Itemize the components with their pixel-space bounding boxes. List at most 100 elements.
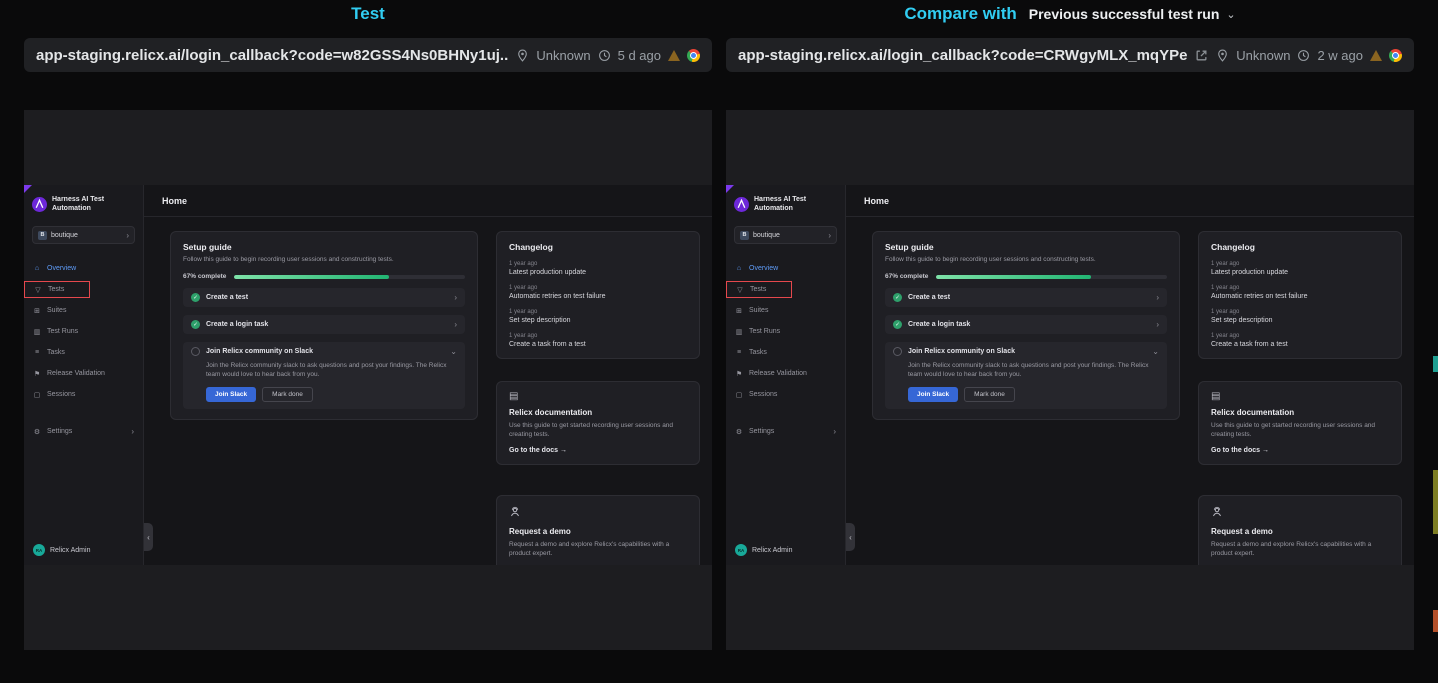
setup-item-create-test[interactable]: ✓ Create a test › (885, 288, 1167, 307)
setup-item-create-login-task[interactable]: ✓ Create a login task › (885, 315, 1167, 334)
external-link-icon[interactable] (1195, 49, 1208, 62)
project-name: boutique (51, 232, 122, 239)
changelog-title: Changelog (1211, 242, 1389, 252)
setup-guide-card: Setup guide Follow this guide to begin r… (170, 231, 478, 420)
setup-item-join-slack[interactable]: Join Relicx community on Slack ⌄ Join th… (183, 342, 465, 409)
sidebar-collapse-handle[interactable]: ‹ (846, 523, 855, 551)
setup-item-create-test[interactable]: ✓ Create a test › (183, 288, 465, 307)
nav-label: Suites (749, 307, 768, 314)
brand-line2: Automation (754, 204, 806, 213)
sidebar-collapse-handle[interactable]: ‹ (144, 523, 153, 551)
setup-item-create-login-task[interactable]: ✓ Create a login task › (183, 315, 465, 334)
url-text: app-staging.relicx.ai/login_callback?cod… (36, 47, 508, 64)
sidebar-item-sessions[interactable]: ▢ Sessions (726, 384, 845, 405)
diff-corner-marker (24, 185, 32, 193)
minimap-strip[interactable] (1433, 0, 1438, 683)
sidebar-item-overview[interactable]: ⌂ Overview (726, 258, 845, 279)
location-text: Unknown (536, 48, 590, 63)
sidebar-item-release-validation[interactable]: ⚑ Release Validation (726, 363, 845, 384)
project-selector[interactable]: B boutique › (734, 226, 837, 244)
page-title: Home (162, 196, 187, 206)
project-badge: B (38, 231, 47, 240)
nav-label: Release Validation (749, 370, 807, 377)
nav-label: Test Runs (47, 328, 78, 335)
sidebar-item-settings[interactable]: ⚙ Settings › (24, 421, 143, 442)
join-slack-button[interactable]: Join Slack (206, 387, 256, 402)
project-badge: B (740, 231, 749, 240)
slack-description: Join the Relicx community slack to ask q… (908, 361, 1159, 380)
sidebar-item-release-validation[interactable]: ⚑ Release Validation (24, 363, 143, 384)
release-validation-icon: ⚑ (33, 370, 41, 378)
settings-icon: ⚙ (735, 428, 743, 436)
tests-icon: ▽ (34, 286, 42, 294)
user-name: Relicx Admin (50, 547, 90, 554)
chevron-right-icon: › (454, 293, 457, 302)
nav-label: Tasks (749, 349, 767, 356)
nav-label: Suites (47, 307, 66, 314)
user-profile[interactable]: RA Relicx Admin (726, 544, 845, 556)
compare-label: Compare with (904, 4, 1016, 24)
nav-label: Overview (749, 265, 778, 272)
compare-dropdown[interactable]: Previous successful test run ⌄ (1029, 6, 1236, 22)
mark-done-button[interactable]: Mark done (964, 387, 1015, 402)
documentation-card: ▤ Relicx documentation Use this guide to… (1198, 381, 1402, 465)
compare-header: Compare with Previous successful test ru… (726, 2, 1414, 26)
documentation-icon: ▤ (1211, 392, 1389, 402)
app-sidebar: Harness AI Test Automation B boutique › … (24, 185, 144, 565)
changelog-entry: 1 year ago Set step description (1211, 309, 1389, 324)
app-main: Home Setup guide Follow this guide to be… (144, 185, 712, 565)
chevron-down-icon: ⌄ (1226, 8, 1235, 21)
nav-label: Overview (47, 265, 76, 272)
nav-label: Tests (48, 286, 64, 293)
documentation-body: Use this guide to get started recording … (1211, 421, 1389, 440)
setup-guide-title: Setup guide (183, 242, 465, 252)
sidebar-item-suites[interactable]: ⊞ Suites (24, 300, 143, 321)
check-circle-icon: ✓ (191, 320, 200, 329)
user-profile[interactable]: RA Relicx Admin (24, 544, 143, 556)
documentation-icon: ▤ (509, 392, 687, 402)
sidebar-item-settings[interactable]: ⚙ Settings › (726, 421, 845, 442)
sidebar-item-tasks[interactable]: ≡ Tasks (24, 342, 143, 363)
demo-title: Request a demo (509, 527, 687, 536)
sidebar-item-sessions[interactable]: ▢ Sessions (24, 384, 143, 405)
current-test-header: Test (24, 2, 712, 26)
chevron-left-icon: ‹ (147, 533, 150, 542)
app-screenshot: Harness AI Test Automation B boutique › … (726, 185, 1414, 565)
nav-label: Sessions (749, 391, 777, 398)
project-selector[interactable]: B boutique › (32, 226, 135, 244)
avatar: RA (33, 544, 45, 556)
app-sidebar: Harness AI Test Automation B boutique › … (726, 185, 846, 565)
sidebar-item-overview[interactable]: ⌂ Overview (24, 258, 143, 279)
sidebar-item-tests[interactable]: ▽ Tests (24, 281, 90, 298)
sessions-icon: ▢ (33, 391, 41, 399)
minimap-marker (1433, 356, 1438, 372)
setup-item-join-slack[interactable]: Join Relicx community on Slack ⌄ Join th… (885, 342, 1167, 409)
demo-person-icon (1211, 506, 1389, 521)
sidebar-item-test-runs[interactable]: ▥ Test Runs (24, 321, 143, 342)
nav-label: Release Validation (47, 370, 105, 377)
page-header: Home (144, 185, 712, 217)
sidebar-item-tests[interactable]: ▽ Tests (726, 281, 792, 298)
brand: Harness AI Test Automation (726, 195, 845, 213)
go-to-docs-link[interactable]: Go to the docs → (1211, 447, 1389, 454)
sidebar-item-test-runs[interactable]: ▥ Test Runs (726, 321, 845, 342)
mark-done-button[interactable]: Mark done (262, 387, 313, 402)
chrome-icon (687, 49, 700, 62)
warning-icon (1370, 50, 1382, 61)
test-runs-icon: ▥ (735, 328, 743, 336)
sidebar-item-tasks[interactable]: ≡ Tasks (726, 342, 845, 363)
tasks-icon: ≡ (33, 349, 41, 356)
empty-circle-icon (893, 347, 902, 356)
go-to-docs-link[interactable]: Go to the docs → (509, 447, 687, 454)
app-main: Home Setup guide Follow this guide to be… (846, 185, 1414, 565)
tasks-icon: ≡ (735, 349, 743, 356)
nav-label: Test Runs (749, 328, 780, 335)
progress-bar (936, 275, 1167, 279)
sidebar-nav: ⌂ Overview ▽ Tests ⊞ Suites ▥ Test Runs … (726, 258, 845, 442)
documentation-body: Use this guide to get started recording … (509, 421, 687, 440)
sidebar-item-suites[interactable]: ⊞ Suites (726, 300, 845, 321)
url-bar-compare: app-staging.relicx.ai/login_callback?cod… (726, 38, 1414, 72)
suites-icon: ⊞ (33, 307, 41, 315)
location-text: Unknown (1236, 48, 1290, 63)
join-slack-button[interactable]: Join Slack (908, 387, 958, 402)
